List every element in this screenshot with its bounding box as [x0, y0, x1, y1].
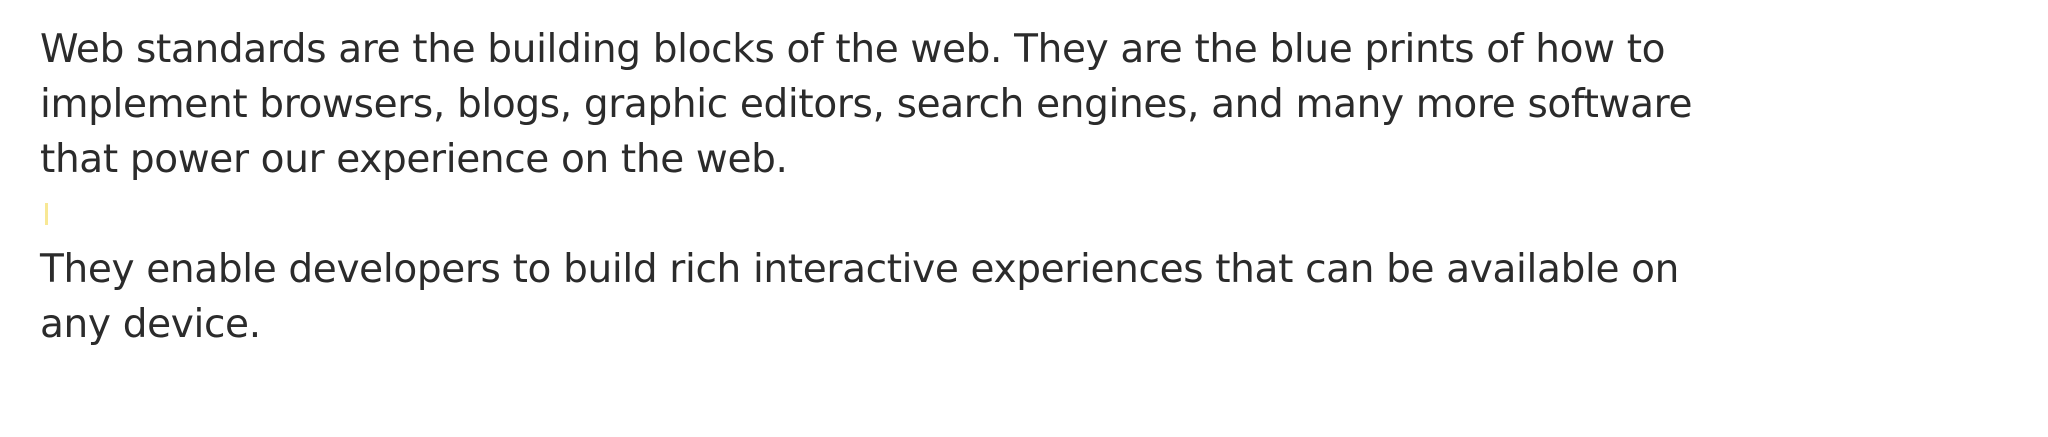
text-cursor-marker — [45, 203, 48, 225]
paragraph-line: implement browsers, blogs, graphic edito… — [40, 82, 1693, 127]
document-body: Web standards are the building blocks of… — [40, 22, 2030, 352]
paragraph-line: that power our experience on the web. — [40, 137, 788, 182]
paragraph-developers: They enable developers to build rich int… — [40, 242, 2030, 352]
paragraph-line: They enable developers to build rich int… — [40, 247, 1680, 292]
paragraph-line: Web standards are the building blocks of… — [40, 27, 1666, 72]
empty-line — [40, 187, 2030, 242]
paragraph-line: any device. — [40, 302, 261, 347]
paragraph-web-standards: Web standards are the building blocks of… — [40, 22, 2030, 187]
